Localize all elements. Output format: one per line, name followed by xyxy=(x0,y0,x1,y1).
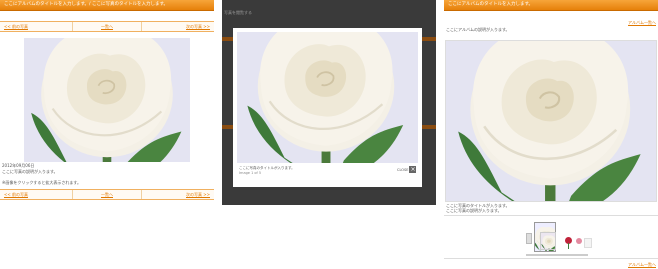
thumbnail-strip xyxy=(444,215,658,259)
photo-caption: ここに写真の説明が入ります。 xyxy=(2,169,58,174)
panel-photo-detail: ここにアルバムのタイトルを入力します。/ ここに写真のタイトルを入力します。 <… xyxy=(0,0,214,205)
thumbnail-scrollbar[interactable] xyxy=(526,254,588,256)
album-header-title-3: ここにアルバムのタイトルを入力します。 xyxy=(448,2,534,7)
photo-list-link[interactable]: 一覧へ xyxy=(101,24,113,30)
thumbnail-4[interactable] xyxy=(575,235,583,249)
thumbnail-prev-arrow[interactable] xyxy=(526,233,532,244)
photo-nav-top: << 前の写真 一覧へ 次の写真 >> xyxy=(0,21,214,32)
lightbox-counter: Image 1 of 5 xyxy=(239,171,262,175)
stem-icon xyxy=(568,243,569,249)
lightbox-image[interactable] xyxy=(237,32,418,163)
lightbox-close-button[interactable]: CLOSE × xyxy=(397,166,417,173)
album-header-bar: ここにアルバムのタイトルを入力します。/ ここに写真のタイトルを入力します。 xyxy=(0,0,214,11)
next-photo-link-bottom[interactable]: 次の写真 >> xyxy=(186,192,210,198)
album-list-link-top[interactable]: アルバム一覧へ xyxy=(628,20,656,26)
panel-album-view: ここにアルバムのタイトルを入力します。 アルバム一覧へ ここにアルバムの説明が入… xyxy=(444,0,658,269)
prev-photo-link[interactable]: << 前の写真 xyxy=(4,24,28,30)
album-main-image[interactable] xyxy=(445,40,657,202)
photo-image[interactable] xyxy=(24,38,190,162)
rose-photo xyxy=(30,38,183,162)
thumbnail-3[interactable] xyxy=(562,235,574,249)
lightbox-frame: ここに写真のタイトルが入ります。 Image 1 of 5 CLOSE × xyxy=(233,28,422,187)
thumb-rose-white-2 xyxy=(541,235,555,249)
background-page-text: 写真を閲覧する xyxy=(224,10,252,15)
rose-photo-large xyxy=(246,32,405,163)
next-photo-link[interactable]: 次の写真 >> xyxy=(186,24,210,30)
prev-photo-link-bottom[interactable]: << 前の写真 xyxy=(4,192,28,198)
pink-rose-icon xyxy=(576,238,582,244)
close-icon: × xyxy=(409,166,417,173)
photo-nav-bottom: << 前の写真 一覧へ 次の写真 >> xyxy=(0,189,214,200)
close-label: CLOSE xyxy=(397,167,409,172)
thumbnail-5[interactable] xyxy=(584,238,592,248)
photo-list-link-bottom[interactable]: 一覧へ xyxy=(101,192,113,198)
thumbnail-2[interactable] xyxy=(540,232,556,250)
enlarge-note: ※画像をクリックすると拡大表示されます。 xyxy=(2,180,81,185)
album-header-bar-3: ここにアルバムのタイトルを入力します。 xyxy=(444,0,658,11)
album-list-link-bottom[interactable]: アルバム一覧へ xyxy=(628,262,656,268)
album-header-title: ここにアルバムのタイトルを入力します。/ ここに写真のタイトルを入力します。 xyxy=(4,2,168,7)
album-description: ここにアルバムの説明が入ります。 xyxy=(446,27,510,32)
panel-lightbox: 写真を閲覧する ここに写真のタイトルが入ります。 Image 1 of 5 CL… xyxy=(222,0,436,205)
rose-photo-album xyxy=(456,41,642,201)
album-photo-caption: ここに写真の説明が入ります。 xyxy=(446,208,502,213)
